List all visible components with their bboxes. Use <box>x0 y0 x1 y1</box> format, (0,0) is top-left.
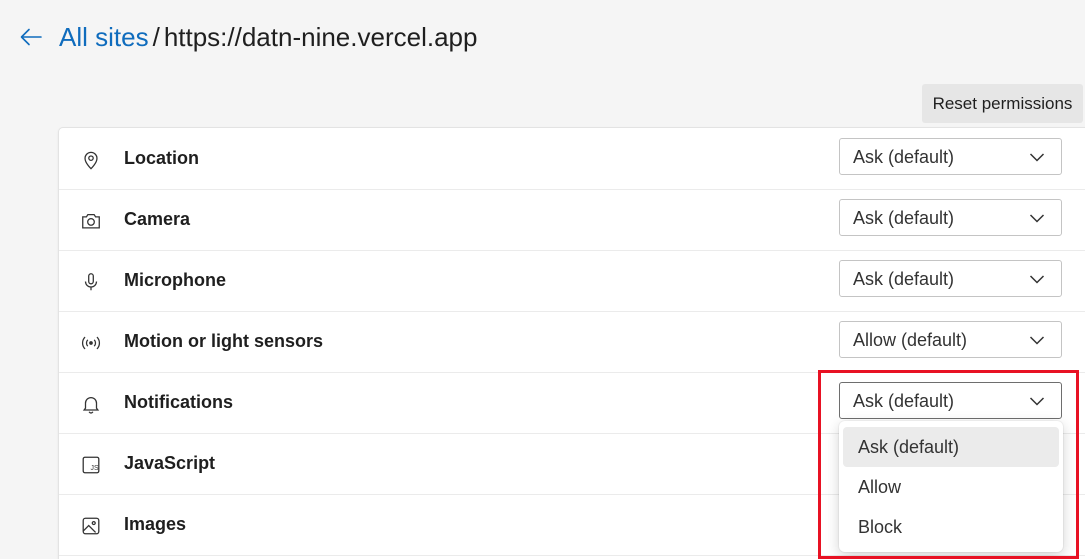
microphone-icon <box>79 270 103 294</box>
select-value: Ask (default) <box>853 269 955 289</box>
select-value: Ask (default) <box>853 147 955 167</box>
breadcrumb-separator: / <box>152 22 160 52</box>
chevron-down-icon <box>1029 397 1045 406</box>
bell-icon <box>79 392 103 416</box>
back-arrow-icon <box>20 28 42 46</box>
image-icon <box>79 514 103 538</box>
option-allow[interactable]: Allow <box>843 467 1059 507</box>
reset-permissions-button[interactable]: Reset permissions <box>922 84 1083 123</box>
location-pin-icon <box>79 148 103 172</box>
permission-label: JavaScript <box>124 453 216 473</box>
chevron-down-icon <box>1029 275 1045 284</box>
sensor-icon <box>79 331 103 355</box>
select-value: Ask (default) <box>853 391 955 411</box>
camera-select[interactable]: Ask (default) <box>839 199 1062 236</box>
permission-label: Notifications <box>124 392 234 412</box>
motion-sensors-select[interactable]: Allow (default) <box>839 321 1062 358</box>
option-ask-default[interactable]: Ask (default) <box>843 427 1059 467</box>
notifications-select[interactable]: Ask (default) <box>839 382 1062 419</box>
javascript-icon: JS <box>79 453 103 477</box>
permission-row-camera: Camera Ask (default) <box>59 189 1085 251</box>
location-select[interactable]: Ask (default) <box>839 138 1062 175</box>
microphone-select[interactable]: Ask (default) <box>839 260 1062 297</box>
option-block[interactable]: Block <box>843 507 1059 547</box>
all-sites-link[interactable]: All sites <box>59 22 149 52</box>
permission-label: Location <box>124 148 199 168</box>
site-permissions-page: All sites / https://datn-nine.vercel.app R… <box>0 0 1085 559</box>
back-button[interactable] <box>16 22 46 52</box>
camera-icon <box>79 209 103 233</box>
permission-label: Images <box>124 514 187 534</box>
notifications-dropdown-menu: Ask (default) Allow Block <box>839 421 1063 552</box>
chevron-down-icon <box>1029 153 1045 162</box>
permission-label: Microphone <box>124 270 226 290</box>
permission-label: Motion or light sensors <box>124 331 324 351</box>
chevron-down-icon <box>1029 336 1045 345</box>
site-url: https://datn-nine.vercel.app <box>163 22 478 52</box>
page-title: All sites / https://datn-nine.vercel.app <box>59 20 477 54</box>
permission-label: Camera <box>124 209 191 229</box>
permission-row-location: Location Ask (default) <box>59 128 1085 190</box>
svg-text:JS: JS <box>91 465 99 472</box>
permission-row-microphone: Microphone Ask (default) <box>59 250 1085 312</box>
select-value: Allow (default) <box>853 330 968 350</box>
chevron-down-icon <box>1029 214 1045 223</box>
select-value: Ask (default) <box>853 208 955 228</box>
permission-row-motion-sensors: Motion or light sensors Allow (default) <box>59 311 1085 373</box>
